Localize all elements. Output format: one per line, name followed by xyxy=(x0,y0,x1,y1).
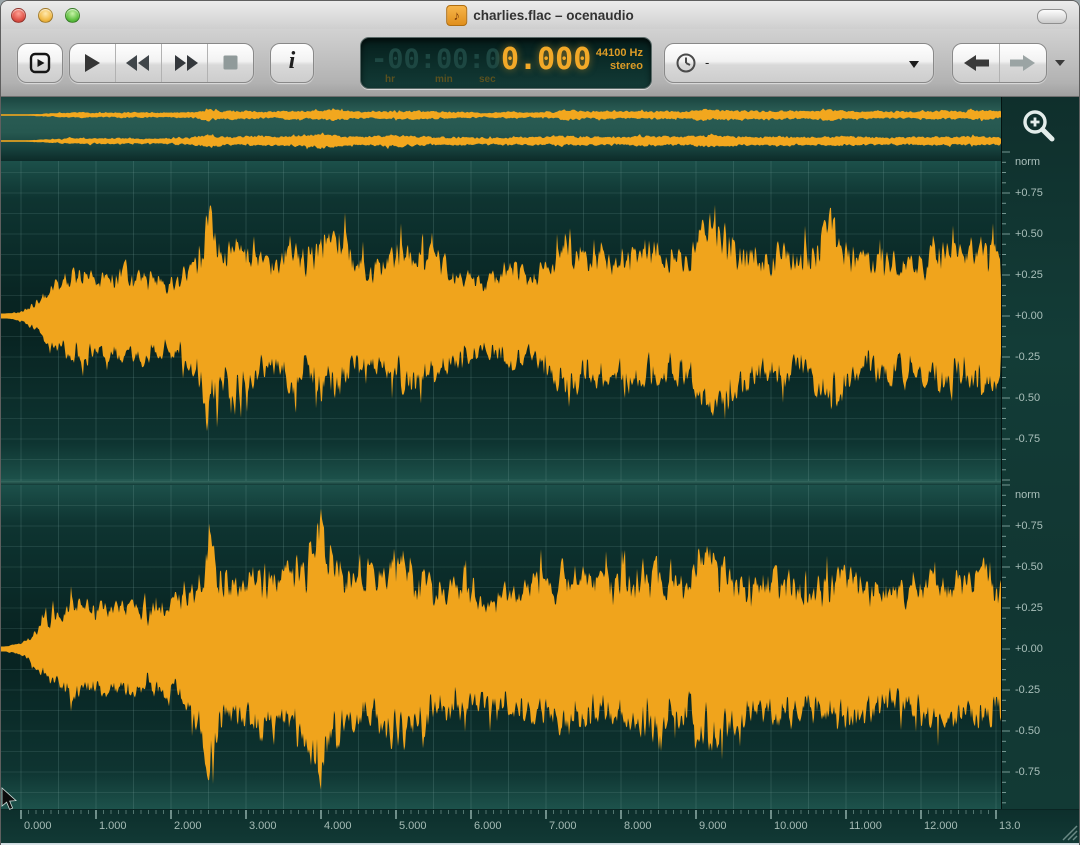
hr-unit-label: hr xyxy=(385,73,395,85)
boxed-play-icon xyxy=(29,52,51,73)
zoom-magnifier-icon[interactable] xyxy=(1018,105,1062,149)
info-icon: i xyxy=(288,48,296,74)
traffic-lights xyxy=(11,8,80,23)
waveform-editor: norm +0.75 +0.50 +0.25 +0.00 -0.25 -0.50 -0.75 n… xyxy=(1,97,1079,845)
amplitude-tick-label: +0.50 xyxy=(1015,228,1043,240)
format-readout: 44100 Hz stereo xyxy=(596,47,643,73)
window-title: charlies.flac – ocenaudio xyxy=(473,8,634,23)
minimize-button[interactable] xyxy=(38,8,53,23)
sample-rate-label: 44100 Hz xyxy=(595,46,643,59)
back-arrow-icon xyxy=(964,54,989,71)
info-button[interactable]: i xyxy=(270,42,314,83)
close-button[interactable] xyxy=(11,8,26,23)
time-tick-label: 0.000 xyxy=(24,820,52,832)
time-display-seconds: 0.000 xyxy=(501,41,592,77)
rewind-button[interactable] xyxy=(115,43,161,82)
time-tick-label: 4.000 xyxy=(324,820,352,832)
time-tick-label: 2.000 xyxy=(174,820,202,832)
play-view-button[interactable] xyxy=(17,42,63,83)
overview-strip[interactable] xyxy=(1,97,1001,161)
amplitude-tick-label: +0.75 xyxy=(1015,520,1043,532)
channel-mode-label: stereo xyxy=(609,59,643,72)
waveform-channel-left[interactable] xyxy=(1,161,1001,481)
min-unit-label: min xyxy=(435,73,453,85)
toolbar-overflow-caret[interactable] xyxy=(1055,59,1065,66)
transport-group xyxy=(69,42,254,83)
window-title-group: ♪ charlies.flac – ocenaudio xyxy=(446,5,634,26)
time-tick-label: 11.000 xyxy=(849,820,882,832)
rewind-icon xyxy=(125,54,149,71)
time-display-dim-digits: -00:00:0 xyxy=(371,43,502,75)
amplitude-ticks xyxy=(1002,151,1010,804)
play-button[interactable] xyxy=(70,44,115,82)
amplitude-tick-label: +0.00 xyxy=(1015,643,1043,655)
amplitude-tick-label: -0.50 xyxy=(1015,725,1041,737)
amplitude-tick-label: +0.25 xyxy=(1015,602,1043,614)
forward-button[interactable] xyxy=(999,43,1046,82)
title-bar[interactable]: ♪ charlies.flac – ocenaudio xyxy=(1,1,1079,29)
waveform-left xyxy=(1,161,1001,481)
toolbar: i -00:00:0 0.000 hr min sec 44100 Hz ste… xyxy=(1,29,1079,97)
amplitude-ruler[interactable]: norm +0.75 +0.50 +0.25 +0.00 -0.25 -0.50 -0.75 n… xyxy=(1001,97,1079,809)
marker-combobox[interactable]: - xyxy=(664,42,934,83)
overview-waveforms xyxy=(1,108,1001,150)
amplitude-tick-label: +0.50 xyxy=(1015,561,1043,573)
time-tick-label: 8.000 xyxy=(624,820,652,832)
time-display[interactable]: -00:00:0 0.000 hr min sec 44100 Hz stere… xyxy=(360,36,652,89)
fast-forward-icon xyxy=(174,54,198,71)
marker-combobox-value: - xyxy=(705,55,710,70)
amplitude-tick-label: +0.00 xyxy=(1015,310,1043,322)
forward-arrow-icon xyxy=(1010,54,1035,71)
amplitude-tick-label: +0.75 xyxy=(1015,187,1043,199)
amplitude-tick-label: -0.50 xyxy=(1015,392,1041,404)
norm-label: norm xyxy=(1015,156,1041,168)
resize-grip[interactable] xyxy=(1057,820,1079,842)
time-tick-label: 12.000 xyxy=(924,820,958,832)
zoom-button[interactable] xyxy=(65,8,80,23)
norm-label: norm xyxy=(1015,489,1041,501)
time-tick-label: 9.000 xyxy=(699,820,727,832)
time-ruler-ticks xyxy=(20,810,997,819)
waveform-right xyxy=(1,485,1001,809)
fast-forward-button[interactable] xyxy=(161,43,207,82)
stop-button[interactable] xyxy=(207,43,253,82)
amplitude-tick-label: -0.25 xyxy=(1015,684,1041,696)
time-tick-label: 6.000 xyxy=(474,820,502,832)
time-tick-label: 13.0 xyxy=(999,820,1021,832)
clock-icon xyxy=(676,53,696,72)
amplitude-tick-label: -0.75 xyxy=(1015,766,1041,778)
back-button[interactable] xyxy=(953,44,999,82)
time-tick-label: 5.000 xyxy=(399,820,427,832)
time-tick-label: 7.000 xyxy=(549,820,577,832)
toolbar-toggle-capsule[interactable] xyxy=(1037,9,1067,24)
amplitude-tick-label: -0.75 xyxy=(1015,433,1041,445)
play-icon xyxy=(85,53,100,72)
sec-unit-label: sec xyxy=(479,73,496,85)
time-tick-label: 3.000 xyxy=(249,820,277,832)
amplitude-tick-label: +0.25 xyxy=(1015,269,1043,281)
time-ruler[interactable]: 0.000 1.000 2.000 3.000 4.000 5.000 6.000 7.000… xyxy=(1,809,1079,845)
time-tick-label: 1.000 xyxy=(99,820,127,832)
app-window: ♪ charlies.flac – ocenaudio i -00:00:0 0… xyxy=(0,0,1080,845)
history-nav-group xyxy=(952,42,1047,83)
waveform-channel-right[interactable] xyxy=(1,485,1001,809)
time-tick-label: 10.000 xyxy=(774,820,808,832)
amplitude-tick-label: -0.25 xyxy=(1015,351,1041,363)
audio-file-icon: ♪ xyxy=(446,5,468,26)
stop-icon xyxy=(223,55,238,70)
combobox-caret-icon xyxy=(909,60,919,68)
